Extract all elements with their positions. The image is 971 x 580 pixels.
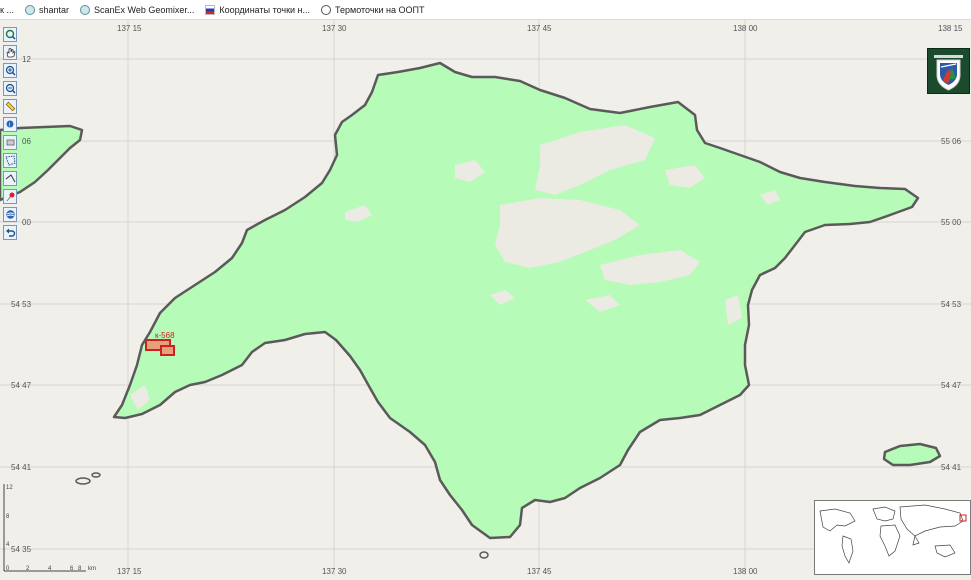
top-lon-labels: 137 15 137 30 137 45 138 00 138 15 bbox=[117, 24, 963, 33]
lat-label: 54 35 bbox=[11, 545, 32, 554]
lon-label: 137 45 bbox=[527, 567, 552, 575]
layers-button[interactable] bbox=[3, 207, 17, 222]
lat-label: 54 41 bbox=[11, 463, 32, 472]
web-globe-icon bbox=[321, 4, 332, 15]
lon-label: 137 30 bbox=[322, 24, 347, 33]
lon-label: 137 15 bbox=[117, 567, 142, 575]
eraser-button[interactable] bbox=[3, 135, 17, 150]
draw-line-icon bbox=[5, 174, 15, 183]
pan-button[interactable] bbox=[3, 45, 17, 60]
map-canvas[interactable]: к-568 137 15 137 30 137 45 138 00 138 15… bbox=[0, 20, 971, 576]
russian-flag-icon bbox=[205, 4, 216, 15]
scale-label: 4 bbox=[6, 542, 10, 548]
zoom-out-icon bbox=[5, 83, 16, 94]
bookmark-label: Координаты точки н... bbox=[219, 4, 311, 15]
lat-label: 55 00 bbox=[941, 218, 962, 227]
bookmark-item[interactable]: ScanEx Web Geomixer... bbox=[79, 4, 195, 15]
bookmarks-bar: к ... shantar ScanEx Web Geomixer... Коо… bbox=[0, 0, 971, 20]
lat-label: 54 53 bbox=[941, 300, 962, 309]
lat-label: 00 bbox=[22, 218, 31, 227]
lon-label: 137 15 bbox=[117, 24, 142, 33]
map-toolbar: i bbox=[3, 27, 18, 243]
globe-favicon-icon bbox=[24, 4, 35, 15]
bookmark-item[interactable]: к ... bbox=[0, 5, 14, 15]
island-polygon[interactable] bbox=[882, 442, 942, 467]
pin-icon bbox=[6, 192, 14, 202]
lat-label: 54 41 bbox=[941, 463, 962, 472]
lon-label: 137 30 bbox=[322, 567, 347, 575]
zoom-out-button[interactable] bbox=[3, 81, 17, 96]
scale-label: 12 bbox=[6, 485, 13, 491]
bookmark-label: shantar bbox=[38, 4, 69, 15]
measure-button[interactable] bbox=[3, 99, 17, 114]
zoom-extent-icon bbox=[5, 29, 16, 40]
lat-label: 55 06 bbox=[941, 137, 962, 146]
feature-label: к-568 bbox=[155, 331, 175, 340]
lon-label: 137 45 bbox=[527, 24, 552, 33]
lon-label: 138 15 bbox=[938, 24, 963, 33]
lat-label: 54 47 bbox=[11, 381, 32, 390]
bottom-lon-labels: 137 15 137 30 137 45 138 00 bbox=[117, 567, 758, 576]
draw-line-button[interactable] bbox=[3, 171, 17, 186]
add-pin-button[interactable] bbox=[3, 189, 17, 204]
right-lat-labels: 55 06 55 00 54 53 54 47 54 41 bbox=[941, 137, 962, 472]
bookmark-label: ScanEx Web Geomixer... bbox=[93, 4, 195, 15]
select-polygon-button[interactable] bbox=[3, 153, 17, 168]
scale-bar: 12 8 4 0 2 4 6 8 km bbox=[3, 484, 96, 572]
lat-label: 12 bbox=[22, 55, 31, 64]
identify-button[interactable]: i bbox=[3, 117, 17, 132]
overview-minimap[interactable] bbox=[814, 500, 971, 575]
bookmark-label: Термоточки на ООПТ bbox=[335, 4, 425, 15]
pan-hand-icon bbox=[6, 48, 15, 58]
lat-label: 54 47 bbox=[941, 381, 962, 390]
bookmark-item[interactable]: Термоточки на ООПТ bbox=[321, 4, 425, 15]
bookmark-item[interactable]: shantar bbox=[24, 4, 69, 15]
measure-ruler-icon bbox=[5, 101, 15, 112]
zoom-in-button[interactable] bbox=[3, 63, 17, 78]
eraser-icon bbox=[6, 139, 14, 146]
zoom-extent-button[interactable] bbox=[3, 27, 17, 42]
feature-k568-shape[interactable] bbox=[160, 345, 175, 356]
scale-label: km bbox=[88, 566, 96, 572]
bookmark-label: к ... bbox=[0, 4, 14, 15]
islet bbox=[479, 551, 489, 559]
lon-label: 138 00 bbox=[733, 567, 758, 575]
lon-label: 138 00 bbox=[733, 24, 758, 33]
bookmark-item[interactable]: Координаты точки н... bbox=[205, 4, 311, 15]
emblem-icon bbox=[934, 55, 963, 91]
islet bbox=[75, 477, 91, 485]
identify-icon: i bbox=[6, 120, 13, 129]
agency-emblem-logo[interactable] bbox=[927, 48, 970, 94]
minimap-world bbox=[819, 504, 967, 564]
layers-icon bbox=[5, 210, 15, 219]
undo-icon bbox=[5, 228, 15, 237]
lat-label: 54 53 bbox=[11, 300, 32, 309]
lat-label: 06 bbox=[22, 137, 31, 146]
scale-label: 8 bbox=[6, 514, 10, 520]
islet bbox=[91, 472, 101, 478]
select-polygon-icon bbox=[4, 155, 16, 166]
globe-favicon-icon bbox=[79, 4, 90, 15]
map-svg[interactable]: к-568 137 15 137 30 137 45 138 00 138 15… bbox=[0, 20, 971, 576]
svg-text:i: i bbox=[8, 123, 9, 129]
undo-button[interactable] bbox=[3, 225, 17, 240]
zoom-in-icon bbox=[5, 65, 16, 76]
